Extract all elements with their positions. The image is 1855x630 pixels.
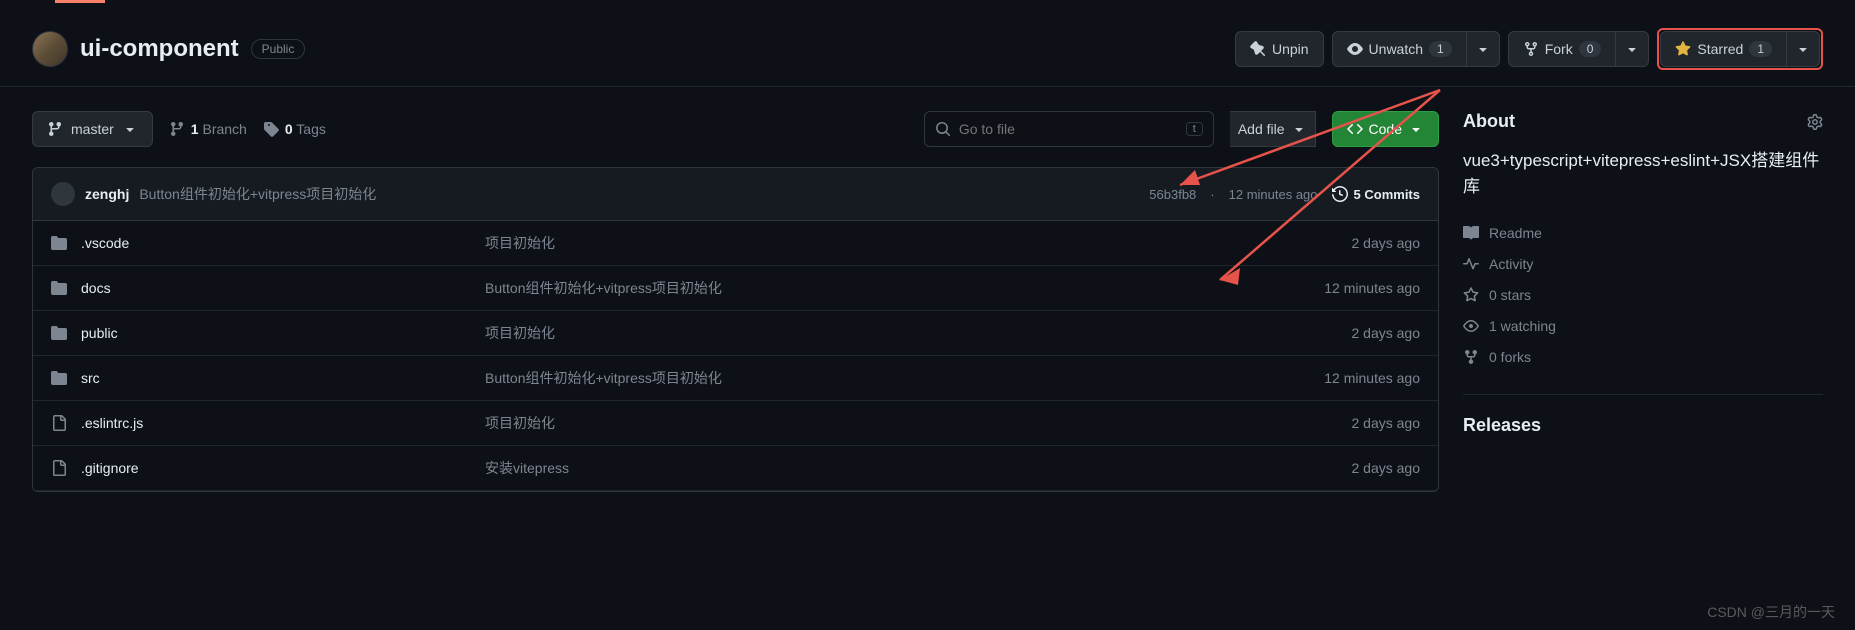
starred-label: Starred bbox=[1697, 41, 1743, 57]
about-description: vue3+typescript+vitepress+eslint+JSX搭建组件… bbox=[1463, 148, 1823, 199]
commit-avatar[interactable] bbox=[51, 182, 75, 206]
file-icon bbox=[51, 460, 67, 476]
forks-link[interactable]: 0 forks bbox=[1463, 349, 1531, 365]
chevron-down-icon bbox=[122, 121, 138, 137]
file-name[interactable]: src bbox=[81, 370, 100, 386]
file-row[interactable]: public 项目初始化 2 days ago bbox=[33, 311, 1438, 356]
commit-author[interactable]: zenghj bbox=[85, 186, 129, 202]
file-row[interactable]: src Button组件初始化+vitpress项目初始化 12 minutes… bbox=[33, 356, 1438, 401]
latest-commit-row[interactable]: zenghj Button组件初始化+vitpress项目初始化 56b3fb8… bbox=[33, 168, 1438, 221]
file-row[interactable]: .eslintrc.js 项目初始化 2 days ago bbox=[33, 401, 1438, 446]
watermark: CSDN @三月的一天 bbox=[1707, 602, 1835, 622]
chevron-down-icon bbox=[1291, 121, 1307, 137]
tag-icon bbox=[263, 121, 279, 137]
chevron-down-icon bbox=[1624, 41, 1640, 57]
pulse-icon bbox=[1463, 256, 1479, 272]
file-commit-message[interactable]: 项目初始化 bbox=[485, 323, 1256, 343]
star-dropdown[interactable] bbox=[1787, 31, 1820, 67]
watching-link[interactable]: 1 watching bbox=[1463, 318, 1556, 334]
code-icon bbox=[1347, 121, 1363, 137]
file-row[interactable]: docs Button组件初始化+vitpress项目初始化 12 minute… bbox=[33, 266, 1438, 311]
book-icon bbox=[1463, 225, 1479, 241]
file-time: 2 days ago bbox=[1270, 415, 1420, 431]
commits-count: 5 Commits bbox=[1354, 187, 1420, 202]
search-icon bbox=[935, 121, 951, 137]
commit-sha[interactable]: 56b3fb8 bbox=[1149, 187, 1196, 202]
commit-time: 12 minutes ago bbox=[1229, 187, 1318, 202]
about-heading: About bbox=[1463, 111, 1515, 132]
file-commit-message[interactable]: 安装vitepress bbox=[485, 458, 1256, 478]
file-time: 2 days ago bbox=[1270, 235, 1420, 251]
search-input[interactable] bbox=[959, 121, 1186, 137]
fork-icon bbox=[1523, 41, 1539, 57]
chevron-down-icon bbox=[1475, 41, 1491, 57]
chevron-down-icon bbox=[1795, 41, 1811, 57]
commit-message[interactable]: Button组件初始化+vitpress项目初始化 bbox=[139, 184, 376, 204]
unwatch-dropdown[interactable] bbox=[1467, 31, 1500, 67]
folder-icon bbox=[51, 280, 67, 296]
fork-label: Fork bbox=[1545, 41, 1573, 57]
watch-count: 1 bbox=[1429, 41, 1452, 57]
visibility-badge: Public bbox=[251, 39, 306, 59]
fork-count: 0 bbox=[1579, 41, 1602, 57]
file-commit-message[interactable]: Button组件初始化+vitpress项目初始化 bbox=[485, 368, 1256, 388]
folder-icon bbox=[51, 235, 67, 251]
sidebar-divider bbox=[1463, 394, 1823, 395]
star-icon bbox=[1463, 287, 1479, 303]
repo-name[interactable]: ui-component bbox=[80, 35, 239, 63]
unpin-label: Unpin bbox=[1272, 41, 1309, 57]
code-button[interactable]: Code bbox=[1332, 111, 1439, 147]
pin-icon bbox=[1250, 41, 1266, 57]
eye-icon bbox=[1463, 318, 1479, 334]
file-name[interactable]: docs bbox=[81, 280, 111, 296]
readme-link[interactable]: Readme bbox=[1463, 225, 1542, 241]
fork-button[interactable]: Fork 0 bbox=[1508, 31, 1617, 67]
branch-select-button[interactable]: master bbox=[32, 111, 153, 147]
starred-button[interactable]: Starred 1 bbox=[1660, 31, 1787, 67]
file-time: 12 minutes ago bbox=[1270, 370, 1420, 386]
unpin-button[interactable]: Unpin bbox=[1235, 31, 1324, 67]
repo-avatar[interactable] bbox=[32, 31, 68, 67]
unwatch-label: Unwatch bbox=[1369, 41, 1423, 57]
file-row[interactable]: .gitignore 安装vitepress 2 days ago bbox=[33, 446, 1438, 491]
chevron-down-icon bbox=[1408, 121, 1424, 137]
commits-link[interactable]: 5 Commits bbox=[1332, 186, 1420, 202]
star-count: 1 bbox=[1749, 41, 1772, 57]
file-search-box[interactable]: t bbox=[924, 111, 1214, 147]
file-commit-message[interactable]: Button组件初始化+vitpress项目初始化 bbox=[485, 278, 1256, 298]
search-kbd: t bbox=[1186, 122, 1203, 136]
file-time: 12 minutes ago bbox=[1270, 280, 1420, 296]
file-commit-message[interactable]: 项目初始化 bbox=[485, 233, 1256, 253]
file-icon bbox=[51, 415, 67, 431]
activity-link[interactable]: Activity bbox=[1463, 256, 1533, 272]
file-commit-message[interactable]: 项目初始化 bbox=[485, 413, 1256, 433]
folder-icon bbox=[51, 370, 67, 386]
file-time: 2 days ago bbox=[1270, 325, 1420, 341]
fork-dropdown[interactable] bbox=[1616, 31, 1649, 67]
add-file-label: Add file bbox=[1238, 121, 1285, 137]
file-name[interactable]: .vscode bbox=[81, 235, 129, 251]
eye-icon bbox=[1347, 41, 1363, 57]
file-row[interactable]: .vscode 项目初始化 2 days ago bbox=[33, 221, 1438, 266]
file-time: 2 days ago bbox=[1270, 460, 1420, 476]
fork-icon bbox=[1463, 349, 1479, 365]
file-name[interactable]: .gitignore bbox=[81, 460, 139, 476]
stars-link[interactable]: 0 stars bbox=[1463, 287, 1531, 303]
tags-link[interactable]: 0 Tags bbox=[263, 121, 326, 137]
releases-heading[interactable]: Releases bbox=[1463, 415, 1823, 436]
history-icon bbox=[1332, 186, 1348, 202]
code-label: Code bbox=[1369, 121, 1402, 137]
gear-icon[interactable] bbox=[1807, 114, 1823, 130]
star-filled-icon bbox=[1675, 41, 1691, 57]
file-name[interactable]: .eslintrc.js bbox=[81, 415, 143, 431]
branches-link[interactable]: 1 Branch bbox=[169, 121, 247, 137]
branch-icon bbox=[47, 121, 63, 137]
add-file-button[interactable]: Add file bbox=[1230, 111, 1316, 147]
unwatch-button[interactable]: Unwatch 1 bbox=[1332, 31, 1467, 67]
branch-icon bbox=[169, 121, 185, 137]
file-name[interactable]: public bbox=[81, 325, 118, 341]
branch-name: master bbox=[71, 121, 114, 137]
folder-icon bbox=[51, 325, 67, 341]
